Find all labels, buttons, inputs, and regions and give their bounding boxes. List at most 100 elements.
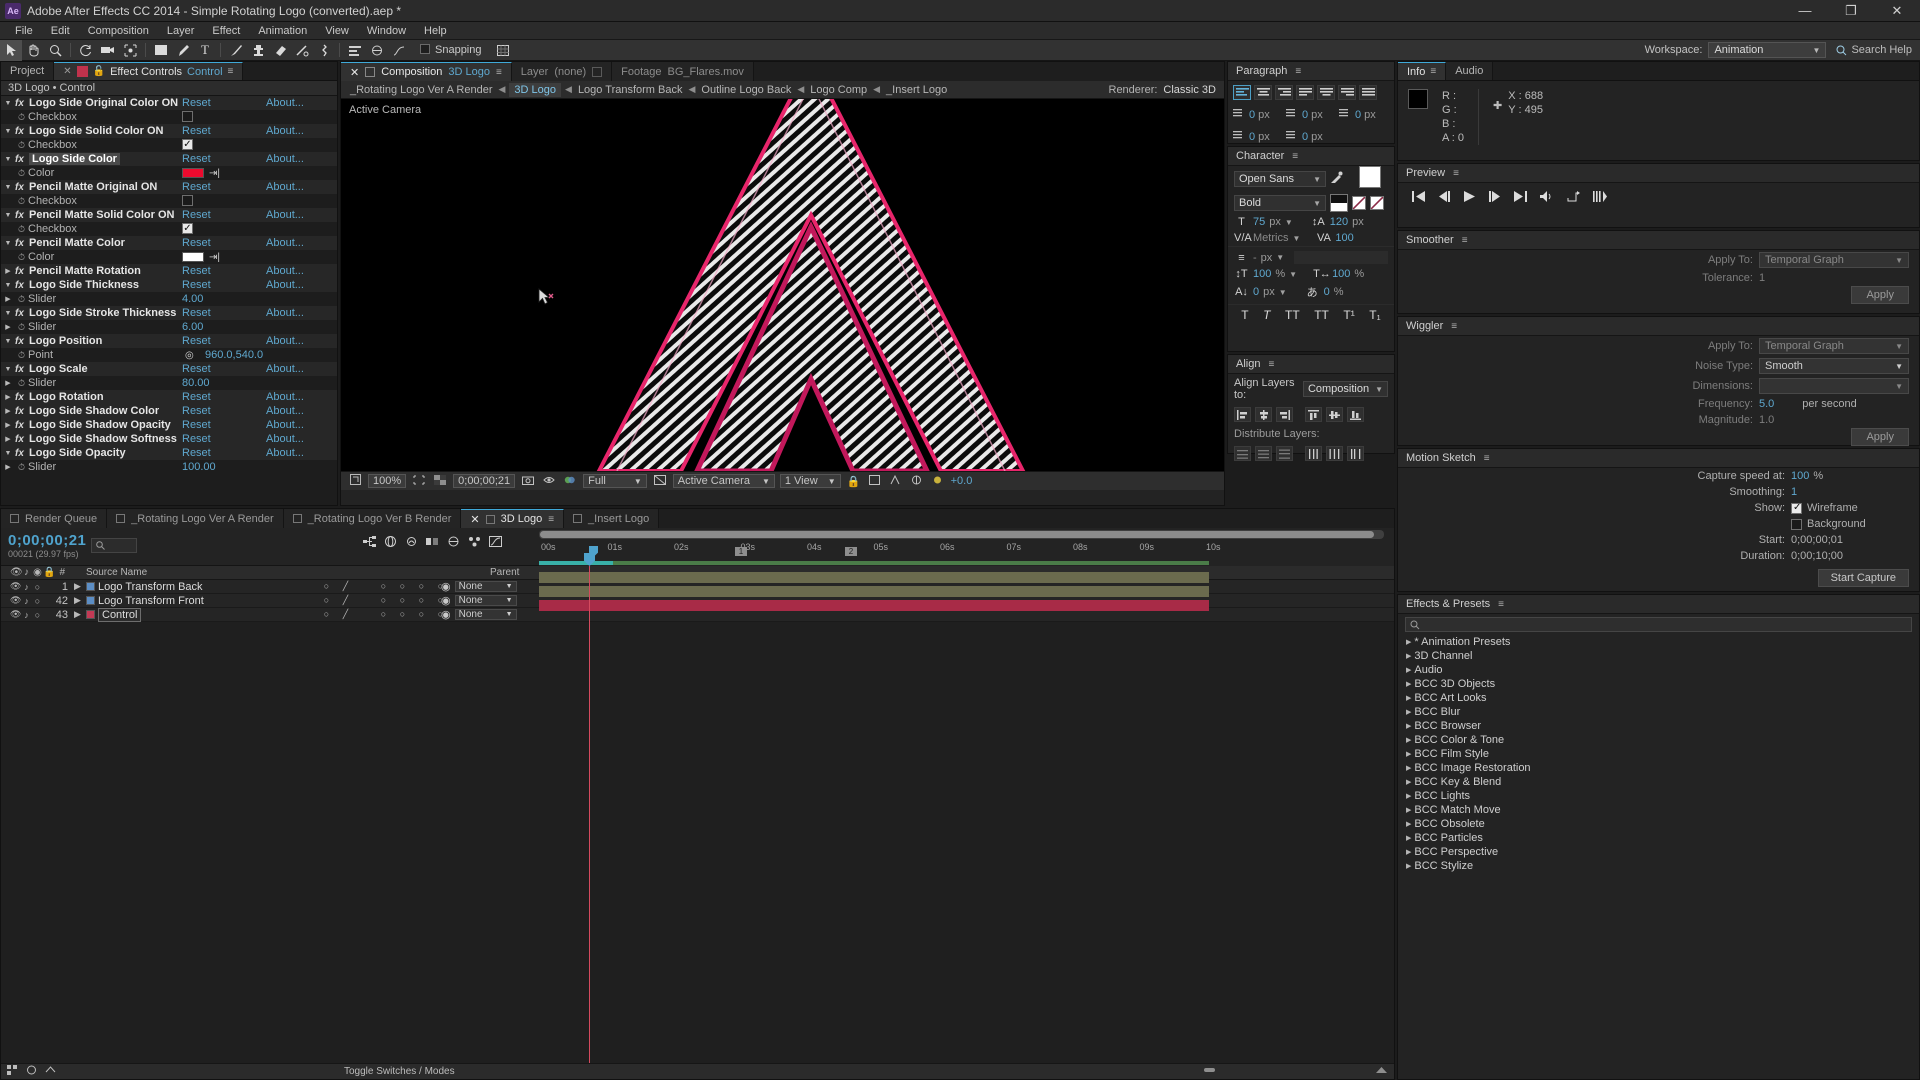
align-left-button[interactable] <box>1233 85 1251 100</box>
effects-icon[interactable] <box>359 581 370 592</box>
reset-link[interactable]: Reset <box>182 97 211 109</box>
layer-bar-43[interactable] <box>539 600 1209 611</box>
align-vcenter-layers-button[interactable] <box>1326 407 1343 422</box>
stroke-style-dropdown[interactable] <box>1294 251 1388 264</box>
stopwatch-icon[interactable]: ⏱ <box>15 140 28 151</box>
indent-left-field[interactable]: 0 px <box>1233 108 1283 122</box>
timeline-tab[interactable]: _Rotating Logo Ver B Render <box>283 509 462 528</box>
effect-category-item[interactable]: ▶ BCC Lights <box>1398 789 1919 803</box>
panel-menu-icon[interactable]: ≡ <box>548 514 554 525</box>
distribute-hcenter-button[interactable] <box>1326 446 1343 461</box>
frame-blend-icon[interactable]: ○ <box>378 595 389 606</box>
triangle-down-icon[interactable]: ▼ <box>1 366 15 373</box>
horizontal-scale-value[interactable]: 100 <box>1332 268 1350 280</box>
effect-property-row[interactable]: ▶ ⏱ Slider 100.00 <box>1 460 337 474</box>
parent-dropdown[interactable]: None ▼ <box>454 581 517 592</box>
search-help-field[interactable]: Search Help <box>1836 44 1912 56</box>
background-checkbox[interactable] <box>1791 518 1802 530</box>
effect-category-item[interactable]: ▶ BCC Image Restoration <box>1398 761 1919 775</box>
stopwatch-icon[interactable]: ⏱ <box>15 350 28 361</box>
fill-stroke-toggle-icon[interactable] <box>1330 194 1348 212</box>
wiggler-magnitude-value[interactable]: 1.0 <box>1759 414 1909 426</box>
distribute-vcenter-button[interactable] <box>1255 446 1272 461</box>
timeline-tab[interactable]: _Rotating Logo Ver A Render <box>107 509 284 528</box>
layer-name[interactable]: Logo Transform Back <box>98 581 203 593</box>
effect-category-item[interactable]: ▶ BCC 3D Objects <box>1398 677 1919 691</box>
breadcrumb-item[interactable]: Logo Comp <box>808 84 869 96</box>
reset-link[interactable]: Reset <box>182 265 211 277</box>
wiggler-noise-type-dropdown[interactable]: Smooth ▼ <box>1759 358 1909 374</box>
chevron-down-icon[interactable]: ▼ <box>1292 234 1300 243</box>
about-link[interactable]: About... <box>266 419 304 431</box>
effect-property-row[interactable]: ⏱ Checkbox <box>1 110 337 124</box>
first-frame-icon[interactable] <box>1412 191 1425 205</box>
position-crosshair-icon[interactable]: ◎ <box>185 350 194 361</box>
triangle-right-icon[interactable]: ▶ <box>1406 764 1411 772</box>
pen-tool-icon[interactable] <box>172 40 194 61</box>
effect-property-row[interactable]: ▶ ⏱ Slider 4.00 <box>1 292 337 306</box>
snapping-checkbox[interactable] <box>420 44 430 54</box>
triangle-right-icon[interactable]: ▶ <box>1 421 15 429</box>
breadcrumb[interactable]: _Rotating Logo Ver A Render ◀ 3D Logo ◀ Logo… <box>341 81 1224 99</box>
triangle-right-icon[interactable]: ▶ <box>1 463 15 471</box>
eyedropper-icon[interactable]: ⇥| <box>209 252 220 263</box>
toggle-mask-icon[interactable] <box>652 474 668 488</box>
toggle-switches-modes-button[interactable]: Toggle Switches / Modes <box>344 1066 455 1077</box>
font-size-value[interactable]: 75 <box>1253 216 1265 228</box>
lock-icon[interactable]: 🔓 <box>93 66 105 77</box>
triangle-right-icon[interactable]: ▶ <box>1406 736 1411 744</box>
camera-tool-icon[interactable] <box>97 40 119 61</box>
pan-behind-tool-icon[interactable] <box>119 40 141 61</box>
effect-property-row[interactable]: ⏱ Checkbox <box>1 138 337 152</box>
align-left-layers-button[interactable] <box>1234 407 1251 422</box>
fill-color-swatch[interactable] <box>1359 166 1381 188</box>
about-link[interactable]: About... <box>266 335 304 347</box>
stopwatch-icon[interactable]: ⏱ <box>15 462 28 473</box>
smoother-apply-button[interactable]: Apply <box>1851 286 1909 304</box>
about-link[interactable]: About... <box>266 153 304 165</box>
align-top-layers-button[interactable] <box>1305 407 1322 422</box>
panel-menu-icon[interactable]: ≡ <box>1430 66 1436 77</box>
close-button[interactable]: ✕ <box>1874 0 1920 22</box>
selection-tool-icon[interactable] <box>0 39 22 61</box>
effect-group-row[interactable]: ▼ fx Logo Scale Reset About... <box>1 362 337 376</box>
about-link[interactable]: About... <box>266 279 304 291</box>
panel-menu-icon[interactable]: ≡ <box>1453 168 1459 179</box>
timeline-tab[interactable]: Render Queue <box>1 509 108 528</box>
triangle-right-icon[interactable]: ▶ <box>1 435 15 443</box>
menu-layer[interactable]: Layer <box>158 22 204 40</box>
about-link[interactable]: About... <box>266 97 304 109</box>
justify-last-left-button[interactable] <box>1296 85 1314 100</box>
wiggler-apply-button[interactable]: Apply <box>1851 428 1909 446</box>
value[interactable]: 0 <box>1302 131 1308 143</box>
eyedropper-icon[interactable]: ⇥| <box>209 168 220 179</box>
triangle-down-icon[interactable]: ▼ <box>1 100 15 107</box>
chevron-down-icon[interactable]: ▼ <box>1289 270 1297 279</box>
effect-category-item[interactable]: ▶ Audio <box>1398 663 1919 677</box>
triangle-down-icon[interactable]: ▼ <box>1 282 15 289</box>
effect-category-item[interactable]: ▶ BCC Color & Tone <box>1398 733 1919 747</box>
stroke-width-value[interactable]: - <box>1253 252 1257 264</box>
triangle-right-icon[interactable]: ▶ <box>1406 778 1411 786</box>
marker-2[interactable]: 2 <box>845 547 857 556</box>
reset-link[interactable]: Reset <box>182 405 211 417</box>
motion-blur-icon[interactable]: ○ <box>397 581 408 592</box>
pickwhip-icon[interactable]: ◉ <box>441 580 451 593</box>
triangle-right-icon[interactable]: ▶ <box>1 267 15 275</box>
transparency-grid-icon[interactable] <box>432 474 448 488</box>
triangle-right-icon[interactable]: ▶ <box>1 393 15 401</box>
value[interactable]: 0 <box>1249 109 1255 121</box>
layer-name[interactable]: Logo Transform Front <box>98 595 204 607</box>
distribute-bottom-button[interactable] <box>1276 446 1293 461</box>
font-family-dropdown[interactable]: Open Sans ▼ <box>1234 171 1326 187</box>
about-link[interactable]: About... <box>266 391 304 403</box>
property-value[interactable]: 4.00 <box>182 293 203 305</box>
composition-mini-flowchart-icon[interactable] <box>363 536 376 550</box>
clone-stamp-tool-icon[interactable] <box>247 40 269 61</box>
effect-group-row[interactable]: ▶ fx Logo Side Shadow Color Reset About... <box>1 404 337 418</box>
camera-view-dropdown[interactable]: Active Camera ▼ <box>672 474 775 488</box>
renderer-value[interactable]: Classic 3D <box>1163 84 1216 96</box>
font-style-dropdown[interactable]: Bold ▼ <box>1234 195 1326 211</box>
tab-effect-controls[interactable]: ✕ 🔓 Effect Controls Control ≡ <box>54 62 244 80</box>
char-style-button-5[interactable]: T₁ <box>1369 308 1380 322</box>
